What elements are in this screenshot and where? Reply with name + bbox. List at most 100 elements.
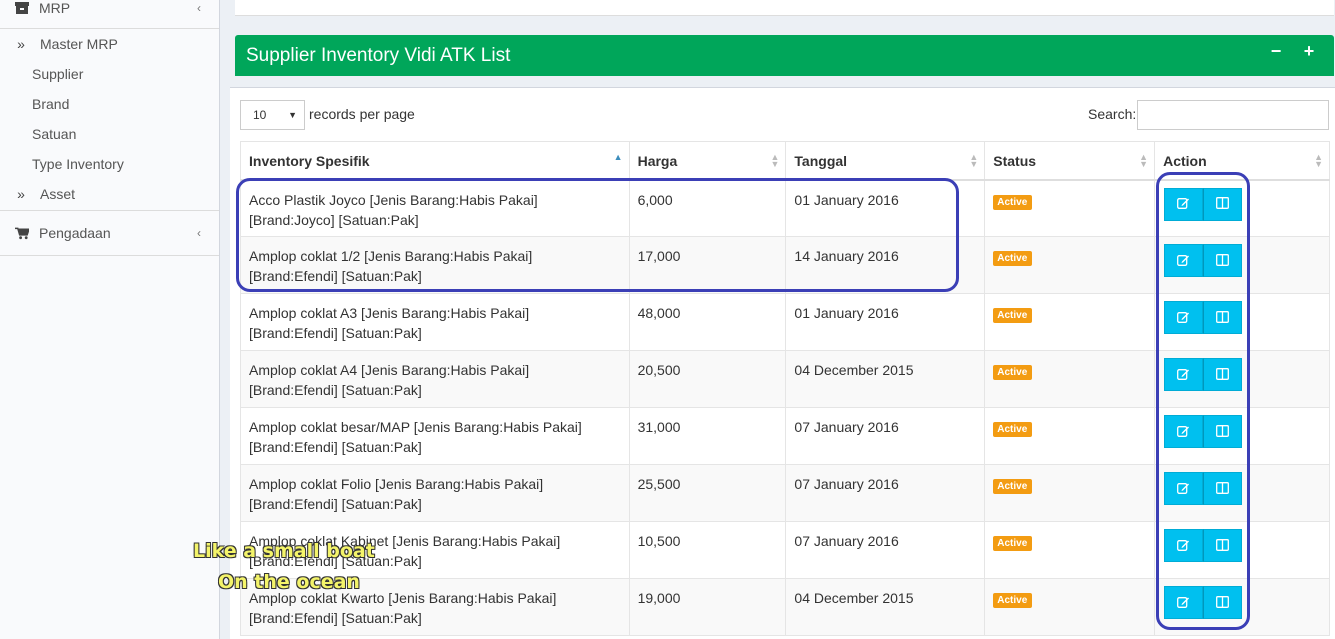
edit-button[interactable] <box>1164 301 1204 334</box>
cell-status: Active <box>984 350 1156 408</box>
edit-button[interactable] <box>1164 187 1204 221</box>
expand-button[interactable]: + <box>1299 41 1319 62</box>
status-badge: Active <box>993 593 1033 608</box>
action-button-group <box>1164 472 1243 505</box>
edit-button[interactable] <box>1164 244 1204 277</box>
detail-button[interactable] <box>1203 472 1243 505</box>
columns-icon <box>1216 194 1230 214</box>
sidebar-item-label: MRP <box>39 0 71 16</box>
sidebar-item-satuan[interactable]: Satuan <box>0 119 219 149</box>
cell-inventory-spesifik: Amplop coklat A3 [Jenis Barang:Habis Pak… <box>240 293 630 351</box>
column-header-tanggal[interactable]: Tanggal ▲ ▼ <box>785 141 986 181</box>
box-header: Supplier Inventory Vidi ATK List − + <box>235 35 1334 76</box>
cell-tanggal: 04 December 2015 <box>785 578 986 636</box>
detail-button[interactable] <box>1203 358 1243 391</box>
edit-button[interactable] <box>1164 586 1204 619</box>
sidebar-item-pengadaan[interactable]: Pengadaan ‹ <box>0 218 219 248</box>
table-row: Amplop coklat Kwarto [Jenis Barang:Habis… <box>240 578 1330 636</box>
chevron-left-icon: ‹ <box>197 1 201 15</box>
table-row: Amplop coklat A4 [Jenis Barang:Habis Pak… <box>240 350 1330 408</box>
status-badge: Active <box>993 308 1033 323</box>
cell-status: Active <box>984 578 1156 636</box>
status-badge: Active <box>993 194 1033 210</box>
table-row: Amplop coklat besar/MAP [Jenis Barang:Ha… <box>240 407 1330 465</box>
column-header-status[interactable]: Status ▲ ▼ <box>984 141 1156 181</box>
columns-icon <box>1216 479 1230 499</box>
cell-tanggal: 07 January 2016 <box>785 521 986 579</box>
sidebar-item-brand[interactable]: Brand <box>0 89 219 119</box>
inventory-table: Inventory Spesifik ▲ Harga ▲ ▼ Tanggal ▲ ▼ St… <box>240 141 1330 636</box>
columns-icon <box>1216 422 1230 442</box>
sidebar-item-master-mrp[interactable]: » Master MRP <box>0 29 219 59</box>
edit-button[interactable] <box>1164 529 1204 562</box>
action-button-group <box>1164 358 1243 391</box>
cell-status: Active <box>984 521 1156 579</box>
columns-icon <box>1216 593 1230 613</box>
sort-icon: ▲ ▼ <box>969 152 979 169</box>
column-header-inventory-spesifik[interactable]: Inventory Spesifik ▲ <box>240 141 630 181</box>
box-body: 10 ▼ records per page Search: Inventory … <box>230 87 1335 639</box>
action-button-group <box>1164 415 1243 448</box>
column-header-harga[interactable]: Harga ▲ ▼ <box>628 141 787 181</box>
column-header-label: Tanggal <box>794 153 848 169</box>
edit-icon <box>1177 593 1190 613</box>
table-row: Acco Plastik Joyco [Jenis Barang:Habis P… <box>240 179 1330 237</box>
collapse-button[interactable]: − <box>1266 41 1286 62</box>
cell-harga: 20,500 <box>628 350 787 408</box>
shopping-cart-icon <box>15 227 29 240</box>
sidebar-item-label: Satuan <box>32 126 77 142</box>
double-chevron-right-icon: » <box>17 36 25 52</box>
cell-harga: 31,000 <box>628 407 787 465</box>
action-button-group <box>1164 187 1243 221</box>
sidebar-item-type-inventory[interactable]: Type Inventory <box>0 149 219 179</box>
records-per-page-select[interactable]: 10 ▼ <box>240 100 305 130</box>
cell-harga: 25,500 <box>628 464 787 522</box>
edit-button[interactable] <box>1164 415 1204 448</box>
status-badge: Active <box>993 422 1033 437</box>
caret-down-icon: ▼ <box>288 110 297 120</box>
cell-status: Active <box>984 179 1156 237</box>
search-label: Search: <box>1088 106 1137 122</box>
action-button-group <box>1164 244 1243 277</box>
cell-inventory-spesifik: Acco Plastik Joyco [Jenis Barang:Habis P… <box>240 179 630 237</box>
sidebar: MRP ‹ » Master MRP Supplier Brand Satuan… <box>0 0 220 639</box>
cell-status: Active <box>984 464 1156 522</box>
detail-button[interactable] <box>1203 244 1243 277</box>
cell-tanggal: 07 January 2016 <box>785 407 986 465</box>
sidebar-item-label: Pengadaan <box>39 225 111 241</box>
detail-button[interactable] <box>1203 187 1243 221</box>
edit-icon <box>1177 308 1190 328</box>
sidebar-item-supplier[interactable]: Supplier <box>0 59 219 89</box>
detail-button[interactable] <box>1203 301 1243 334</box>
sidebar-item-label: Supplier <box>32 66 84 82</box>
search-input[interactable] <box>1137 100 1329 130</box>
edit-button[interactable] <box>1164 358 1204 391</box>
sort-icon: ▲ ▼ <box>1314 152 1323 169</box>
detail-button[interactable] <box>1203 529 1243 562</box>
sidebar-divider <box>0 210 219 211</box>
sidebar-item-mrp[interactable]: MRP ‹ <box>0 0 219 23</box>
sidebar-item-asset[interactable]: » Asset <box>0 179 219 209</box>
action-button-group <box>1164 529 1243 562</box>
records-per-page-label: records per page <box>309 106 415 122</box>
cell-action <box>1154 578 1330 636</box>
cell-tanggal: 01 January 2016 <box>785 179 986 237</box>
cell-inventory-spesifik: Amplop coklat 1/2 [Jenis Barang:Habis Pa… <box>240 236 630 294</box>
top-card <box>235 0 1334 16</box>
archive-icon <box>15 2 29 14</box>
detail-button[interactable] <box>1203 415 1243 448</box>
sidebar-divider <box>0 255 219 256</box>
status-badge: Active <box>993 479 1033 494</box>
table-row: Amplop coklat 1/2 [Jenis Barang:Habis Pa… <box>240 236 1330 294</box>
edit-icon <box>1177 194 1190 214</box>
detail-button[interactable] <box>1203 586 1243 619</box>
cell-inventory-spesifik: Amplop coklat besar/MAP [Jenis Barang:Ha… <box>240 407 630 465</box>
column-header-action[interactable]: Action ▲ ▼ <box>1154 141 1330 181</box>
sort-icon: ▲ ▼ <box>770 152 780 169</box>
table-row: Amplop coklat Kabinet [Jenis Barang:Habi… <box>240 521 1330 579</box>
sort-asc-icon: ▲ <box>613 152 623 162</box>
edit-button[interactable] <box>1164 472 1204 505</box>
double-chevron-right-icon: » <box>17 186 25 202</box>
sidebar-item-label: Master MRP <box>40 36 118 52</box>
cell-harga: 10,500 <box>628 521 787 579</box>
